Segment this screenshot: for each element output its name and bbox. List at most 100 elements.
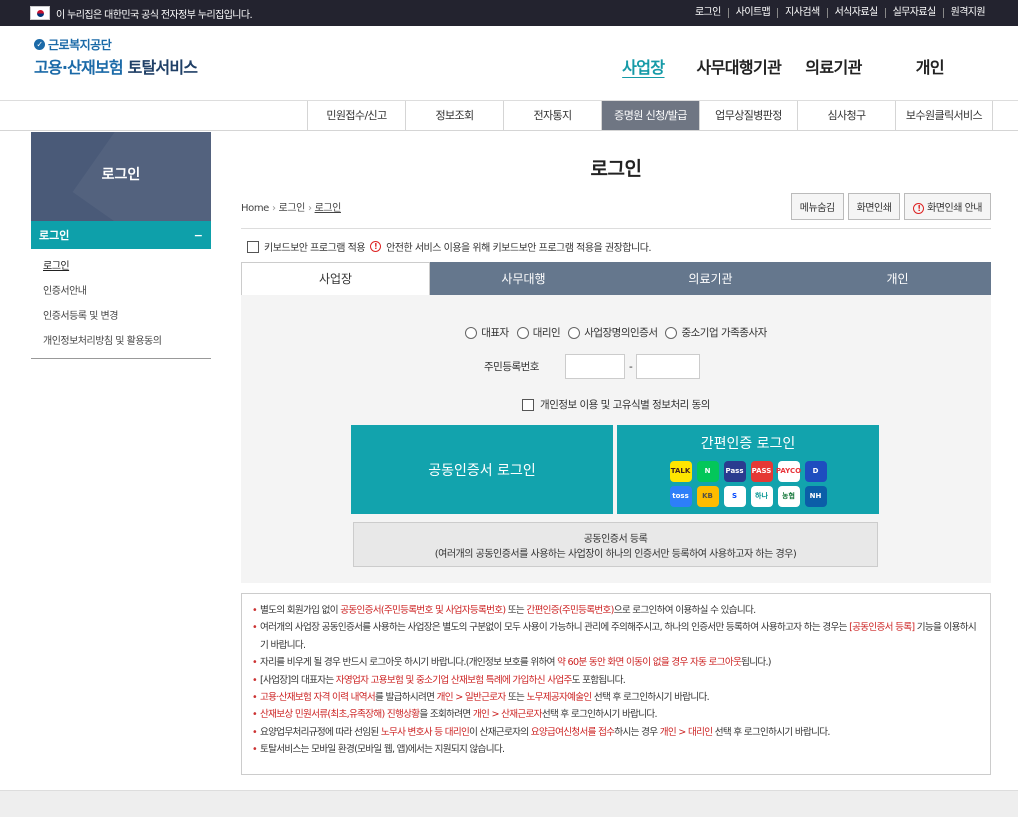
hide-menu-button[interactable]: 메뉴숨김: [790, 193, 844, 220]
note-item: 고용·산재보험 자격 이력 내역서를 발급하시려면 개인 > 일반근로자 또는 …: [252, 689, 980, 707]
simple-auth-provider-icon[interactable]: TALK: [669, 460, 692, 482]
sidebar-title: 로그인: [31, 132, 211, 221]
util-sitemap-link[interactable]: 사이트맵: [729, 8, 779, 18]
sidebar-item-login[interactable]: 로그인: [31, 252, 211, 277]
chevron-right-icon: ›: [307, 203, 312, 214]
keyboard-security-checkbox[interactable]: [247, 240, 259, 253]
sidebar-item-cert-register[interactable]: 인증서등록 및 변경: [31, 302, 211, 327]
logo-org: 근로복지공단: [48, 38, 112, 52]
util-remote-link[interactable]: 원격지원: [944, 8, 992, 18]
print-guide-button[interactable]: ! 화면인쇄 안내: [904, 193, 991, 220]
print-button[interactable]: 화면인쇄: [847, 193, 901, 220]
main-nav-medical[interactable]: 의료기관: [793, 54, 873, 78]
note-item: 토탈서비스는 모바일 환경(모바일 웹, 앱)에서는 지원되지 않습니다.: [252, 741, 980, 759]
rrn-front-input[interactable]: [564, 354, 625, 379]
sub-nav-item[interactable]: 전자통지: [503, 101, 601, 130]
util-login-link[interactable]: 로그인: [688, 8, 729, 18]
main-content: 로그인 Home › 로그인 › 로그인 메뉴숨김 화면인쇄 ! 화면인쇄 안내 키보드…: [241, 132, 991, 775]
simple-auth-provider-icon[interactable]: 하나: [750, 485, 773, 507]
simple-auth-provider-icon[interactable]: Pass: [723, 460, 746, 482]
sub-nav-item[interactable]: 업무상질병판정: [699, 101, 797, 130]
cert-register-button[interactable]: 공동인증서 등록 (여러개의 공동인증서를 사용하는 사업장이 하나의 인증서만…: [353, 522, 878, 567]
simple-auth-provider-icon[interactable]: KB: [696, 485, 719, 507]
simple-auth-provider-icon[interactable]: PAYCO: [776, 460, 801, 482]
breadcrumb-item[interactable]: 로그인: [279, 203, 306, 214]
sidebar-item-cert-guide[interactable]: 인증서안내: [31, 277, 211, 302]
collapse-icon[interactable]: −: [194, 229, 203, 242]
gov-banner-text[interactable]: 이 누리집은 대한민국 공식 전자정부 누리집입니다.: [56, 6, 253, 21]
cert-register-desc: (여러개의 공동인증서를 사용하는 사업장이 하나의 인증서만 등록하여 사용하…: [434, 549, 797, 560]
note-item: 자리를 비우게 될 경우 반드시 로그아웃 하시기 바랍니다.(개인정보 보호를…: [252, 654, 980, 672]
privacy-agree-row: 개인정보 이용 및 고유식별 정보처리 동의: [241, 397, 991, 412]
simple-auth-provider-icon[interactable]: PASS: [750, 460, 773, 482]
logo-brand-1: 고용·산재보험: [34, 58, 124, 77]
note-item: 산재보상 민원서류(최초,유족장해) 진행상황을 조회하려면 개인 > 산재근로…: [252, 706, 980, 724]
simple-auth-provider-icon[interactable]: D: [804, 460, 827, 482]
sub-nav: 민원접수/신고 정보조회 전자통지 증명원 신청/발급 업무상질병판정 심사청구…: [0, 101, 1018, 131]
simple-auth-provider-icon[interactable]: NH: [804, 485, 827, 507]
util-branch-search-link[interactable]: 지사검색: [778, 8, 828, 18]
breadcrumb-current[interactable]: 로그인: [315, 203, 342, 214]
sidebar-category[interactable]: 로그인 −: [31, 221, 211, 249]
sidebar: 로그인 로그인 − 로그인 인증서안내 인증서등록 및 변경 개인정보처리방침 …: [31, 132, 211, 359]
login-notes: 별도의 회원가입 없이 공동인증서(주민등록번호 및 사업자등록번호) 또는 간…: [241, 593, 991, 775]
note-item: 별도의 회원가입 없이 공동인증서(주민등록번호 및 사업자등록번호) 또는 간…: [252, 602, 980, 620]
simple-auth-login-button[interactable]: 간편인증 로그인 TALK N Pass PASS PAYCO Dtoss KB S 하나 농협 N…: [617, 425, 879, 514]
note-item: 요양업무처리규정에 따라 선임된 노무사 변호사 등 대리인이 산재근로자의 요…: [252, 724, 980, 742]
privacy-agree-checkbox[interactable]: [522, 398, 535, 411]
sidebar-item-privacy[interactable]: 개인정보처리방침 및 활용동의: [31, 327, 211, 352]
keyboard-security-row: 키보드보안 프로그램 적용 ! 안전한 서비스 이용을 위해 키보드보안 프로그…: [241, 239, 991, 254]
site-header: ✓ 근로복지공단 고용·산재보험 토탈서비스 사업장 사무대행기관 의료기관 개인: [0, 26, 1018, 101]
simple-auth-label: 간편인증 로그인: [700, 435, 796, 452]
radio-representative[interactable]: 대표자: [465, 325, 509, 340]
simple-auth-provider-icon[interactable]: N: [696, 460, 719, 482]
page-title: 로그인: [590, 158, 642, 180]
comwel-logo-icon: ✓: [34, 39, 45, 50]
sub-nav-item[interactable]: 보수원클릭서비스: [895, 101, 993, 130]
sidebar-category-label: 로그인: [39, 229, 70, 242]
rrn-dash: -: [628, 360, 633, 373]
rrn-row: 주민등록번호 -: [484, 354, 701, 379]
breadcrumb-home[interactable]: Home: [241, 203, 269, 214]
simple-auth-provider-icon[interactable]: S: [723, 485, 746, 507]
footer: [0, 790, 1018, 817]
main-nav-agency[interactable]: 사무대행기관: [685, 54, 794, 78]
tab-agency[interactable]: 사무대행: [430, 262, 617, 295]
login-role-radios: 대표자 대리인 사업장명의인증서 중소기업 가족종사자: [241, 325, 991, 340]
rrn-back-input[interactable]: [636, 354, 701, 379]
sub-nav-item[interactable]: 민원접수/신고: [307, 101, 405, 130]
radio-business-cert[interactable]: 사업장명의인증서: [568, 325, 658, 340]
sub-nav-item[interactable]: 심사청구: [797, 101, 895, 130]
privacy-agree-label: 개인정보 이용 및 고유식별 정보처리 동의: [540, 399, 710, 411]
note-item: 여러개의 사업장 공동인증서를 사용하는 사업장은 별도의 구분없이 모두 사용…: [252, 619, 980, 654]
main-nav-personal[interactable]: 개인: [904, 54, 956, 78]
site-logo[interactable]: ✓ 근로복지공단 고용·산재보험 토탈서비스: [34, 36, 198, 78]
login-type-tabs: 사업장 사무대행 의료기관 개인: [241, 262, 991, 295]
main-nav: 사업장 사무대행기관 의료기관 개인: [610, 54, 956, 78]
cert-register-title: 공동인증서 등록: [583, 534, 648, 545]
tab-medical[interactable]: 의료기관: [617, 262, 804, 295]
simple-auth-provider-icon[interactable]: 농협: [777, 485, 800, 507]
util-practice-link[interactable]: 실무자료실: [886, 8, 944, 18]
simple-auth-provider-icon[interactable]: toss: [669, 485, 692, 507]
util-forms-link[interactable]: 서식자료실: [828, 8, 886, 18]
sub-nav-item-active[interactable]: 증명원 신청/발급: [601, 101, 699, 130]
tab-personal[interactable]: 개인: [804, 262, 991, 295]
utility-links: 로그인 사이트맵 지사검색 서식자료실 실무자료실 원격지원: [688, 8, 992, 18]
cert-login-button[interactable]: 공동인증서 로그인: [351, 425, 613, 514]
tab-workplace[interactable]: 사업장: [241, 262, 430, 295]
korea-flag-icon: [30, 6, 50, 20]
main-nav-workplace[interactable]: 사업장: [610, 54, 676, 78]
alert-icon: !: [370, 241, 382, 252]
sub-nav-item[interactable]: 정보조회: [405, 101, 503, 130]
radio-family-worker[interactable]: 중소기업 가족종사자: [665, 325, 767, 340]
logo-brand-2: 토탈서비스: [122, 58, 198, 77]
simple-auth-provider-icons: TALK N Pass PASS PAYCO Dtoss KB S 하나 농협 NH: [669, 460, 827, 507]
cert-login-label: 공동인증서 로그인: [428, 462, 536, 479]
note-item: [사업장]의 대표자는 자영업자 고용보험 및 중소기업 산재보험 특례에 가입…: [252, 672, 980, 690]
keyboard-security-label: 키보드보안 프로그램 적용: [264, 243, 366, 254]
radio-agent[interactable]: 대리인: [516, 325, 561, 340]
rrn-label: 주민등록번호: [484, 361, 539, 373]
chevron-right-icon: ›: [271, 203, 276, 214]
breadcrumb: Home › 로그인 › 로그인: [241, 199, 341, 214]
